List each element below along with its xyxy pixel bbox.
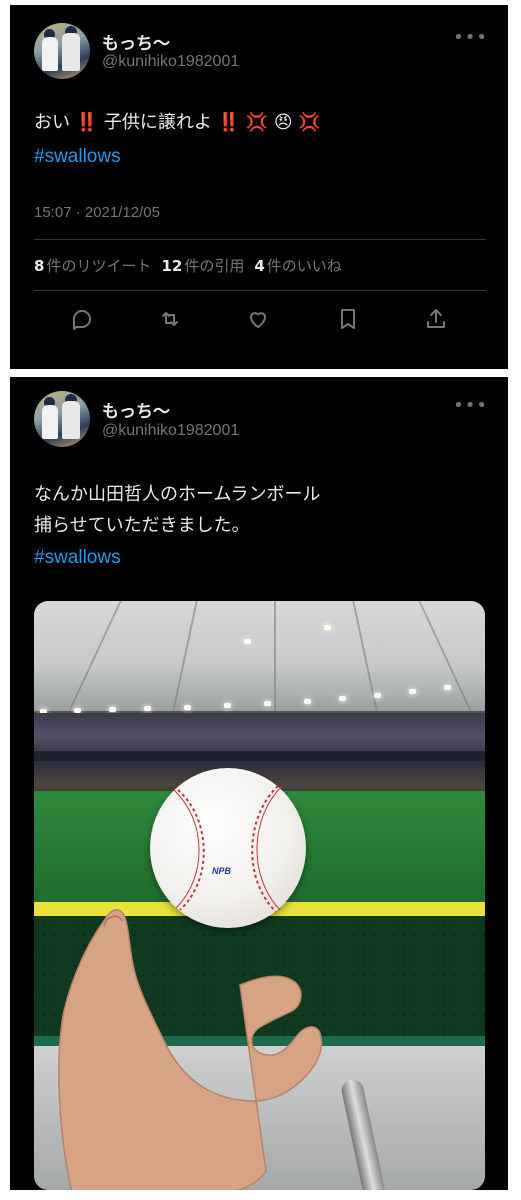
retweet-icon[interactable] (158, 307, 186, 335)
avatar[interactable] (34, 391, 90, 447)
quotes-stat[interactable]: 12 件の引用 (161, 255, 244, 276)
stadium-roof (34, 601, 485, 711)
more-options-button[interactable]: ••• (453, 27, 488, 48)
tweet-text-line-1: なんか山田哲人のホームランボール (34, 484, 321, 505)
tweet-text-line-2: 捕らせていただきました。 (34, 515, 250, 536)
action-bar (10, 299, 508, 339)
tweet-card-1: もっち〜 @kunihiko1982001 ••• おい ‼️ 子供に譲れよ ‼… (10, 5, 508, 369)
user-handle[interactable]: @kunihiko1982001 (102, 53, 239, 71)
baseball: NPB (150, 768, 306, 928)
like-icon[interactable] (246, 307, 274, 335)
divider (34, 239, 486, 240)
tweet-photo[interactable]: NPB (34, 601, 485, 1190)
ball-logo: NPB (212, 866, 232, 876)
more-options-button[interactable]: ••• (453, 395, 488, 416)
display-name[interactable]: もっち〜 (102, 397, 170, 422)
user-handle[interactable]: @kunihiko1982001 (102, 422, 239, 440)
reply-icon[interactable] (70, 307, 98, 335)
display-name[interactable]: もっち〜 (102, 29, 170, 54)
tweet-text: おい ‼️ 子供に譲れよ ‼️ 💢 😠 💢 (34, 112, 321, 133)
hashtag-link[interactable]: #swallows (34, 542, 121, 573)
likes-stat[interactable]: 4 件のいいね (254, 255, 341, 276)
avatar[interactable] (34, 23, 90, 79)
tweet-timestamp[interactable]: 15:07 · 2021/12/05 (34, 204, 160, 221)
bookmark-icon[interactable] (336, 307, 364, 335)
retweets-stat[interactable]: 8 件のリツイート (34, 255, 151, 276)
hashtag-link[interactable]: #swallows (34, 141, 121, 172)
tweet-card-2: もっち〜 @kunihiko1982001 ••• なんか山田哲人のホームランボ… (10, 377, 508, 1190)
share-icon[interactable] (424, 307, 452, 335)
engagement-stats: 8 件のリツイート 12 件の引用 4 件のいいね (34, 255, 342, 276)
divider (34, 290, 486, 291)
